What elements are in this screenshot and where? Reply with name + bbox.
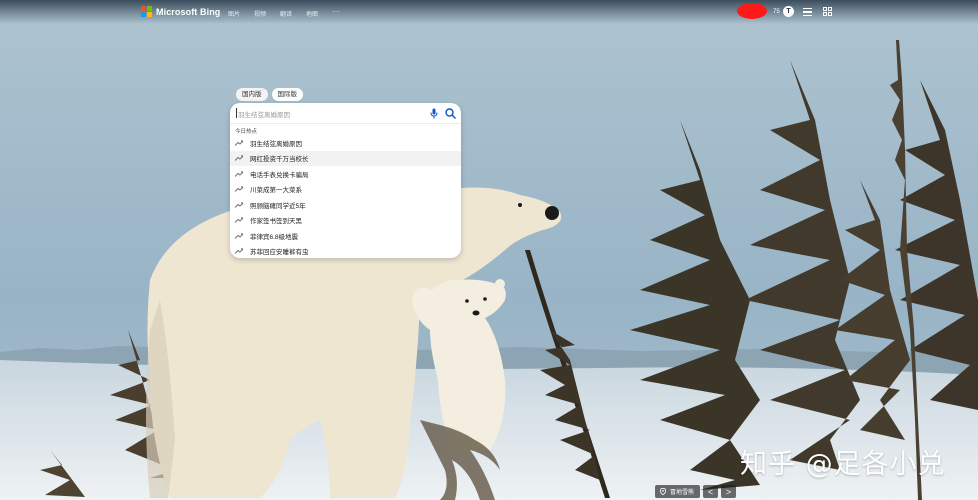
rewards-points[interactable]: 75 <box>773 9 780 15</box>
image-info-button[interactable]: 冒地雪熊 <box>655 485 701 498</box>
microsoft-logo-icon <box>141 6 152 17</box>
nav-more[interactable]: ··· <box>332 8 340 18</box>
redacted-user-mark <box>737 3 767 19</box>
suggestion-item[interactable]: 照顾脑瘫同学近5年 <box>230 197 461 213</box>
location-pin-icon <box>660 488 666 495</box>
suggestion-text: 作家签书签到天黑 <box>250 218 302 226</box>
trending-icon <box>235 140 243 146</box>
text-caret <box>236 108 237 118</box>
nav-translate[interactable]: 翻译 <box>280 9 292 18</box>
suggestion-text: 菲律宾6.8级地震 <box>250 233 299 241</box>
brand-name: Microsoft Bing <box>156 6 221 17</box>
rewards-icon[interactable]: T <box>783 6 794 17</box>
image-info-label: 冒地雪熊 <box>670 490 695 496</box>
trending-icon <box>235 248 243 255</box>
image-controls: 冒地雪熊 < > <box>655 485 737 498</box>
rewards-letter: T <box>786 8 791 15</box>
nav-images[interactable]: 图片 <box>228 9 240 18</box>
suggestion-item[interactable]: 羽生结弦离婚原因 <box>230 135 461 151</box>
zhihu-watermark: 知乎 @足各小兑 <box>740 449 946 480</box>
suggestion-item[interactable]: 作家签书签到天黑 <box>230 213 461 229</box>
suggestion-text: 照顾脑瘫同学近5年 <box>250 202 306 210</box>
suggestion-item[interactable]: 苏菲回应安睡裤有虫 <box>230 244 461 259</box>
trending-icon <box>235 217 243 224</box>
suggestion-item-highlighted[interactable]: 网红投资千万当校长 <box>230 150 461 166</box>
suggestion-text: 电话手表兑换卡骗局 <box>250 171 309 179</box>
trending-icon <box>235 186 243 193</box>
search-input[interactable]: 羽生结弦离婚原因 <box>230 103 461 124</box>
suggestion-item[interactable]: 川菜成第一大菜系 <box>230 182 461 198</box>
apps-grid-icon[interactable] <box>823 7 832 16</box>
suggestion-item[interactable]: 电话手表兑换卡骗局 <box>230 166 461 182</box>
suggestion-text: 川菜成第一大菜系 <box>250 187 302 195</box>
next-image-button[interactable]: > <box>721 485 737 498</box>
suggestion-text: 苏菲回应安睡裤有虫 <box>250 249 309 257</box>
nav-videos[interactable]: 视频 <box>254 9 266 18</box>
search-placeholder: 羽生结弦离婚原因 <box>238 112 290 119</box>
hamburger-menu-icon[interactable] <box>803 8 812 16</box>
bing-logo[interactable]: Microsoft Bing <box>141 6 220 17</box>
suggestion-text: 网红投资千万当校长 <box>250 156 309 164</box>
microphone-icon[interactable] <box>430 108 438 119</box>
trending-icon <box>235 171 243 177</box>
trending-icon <box>235 155 243 162</box>
tab-international[interactable]: 国际版 <box>271 88 303 101</box>
background-image <box>0 0 978 500</box>
suggestion-text: 羽生结弦离婚原因 <box>250 140 302 148</box>
top-nav: 图片 视频 翻译 地图 ··· <box>228 8 340 19</box>
search-panel: 羽生结弦离婚原因 今日热点 羽生结弦离婚原因 网红投资千万当校长 电话手表兑换卡… <box>230 103 461 258</box>
trending-icon <box>235 233 243 239</box>
region-tabs: 国内版 国际版 <box>236 88 303 101</box>
nav-maps[interactable]: 地图 <box>306 9 318 18</box>
tab-domestic[interactable]: 国内版 <box>236 88 268 101</box>
search-icon[interactable] <box>445 108 456 119</box>
suggestion-item[interactable]: 菲律宾6.8级地震 <box>230 228 461 244</box>
previous-image-button[interactable]: < <box>703 485 719 498</box>
trending-icon <box>235 202 243 208</box>
trending-heading: 今日热点 <box>235 129 258 135</box>
